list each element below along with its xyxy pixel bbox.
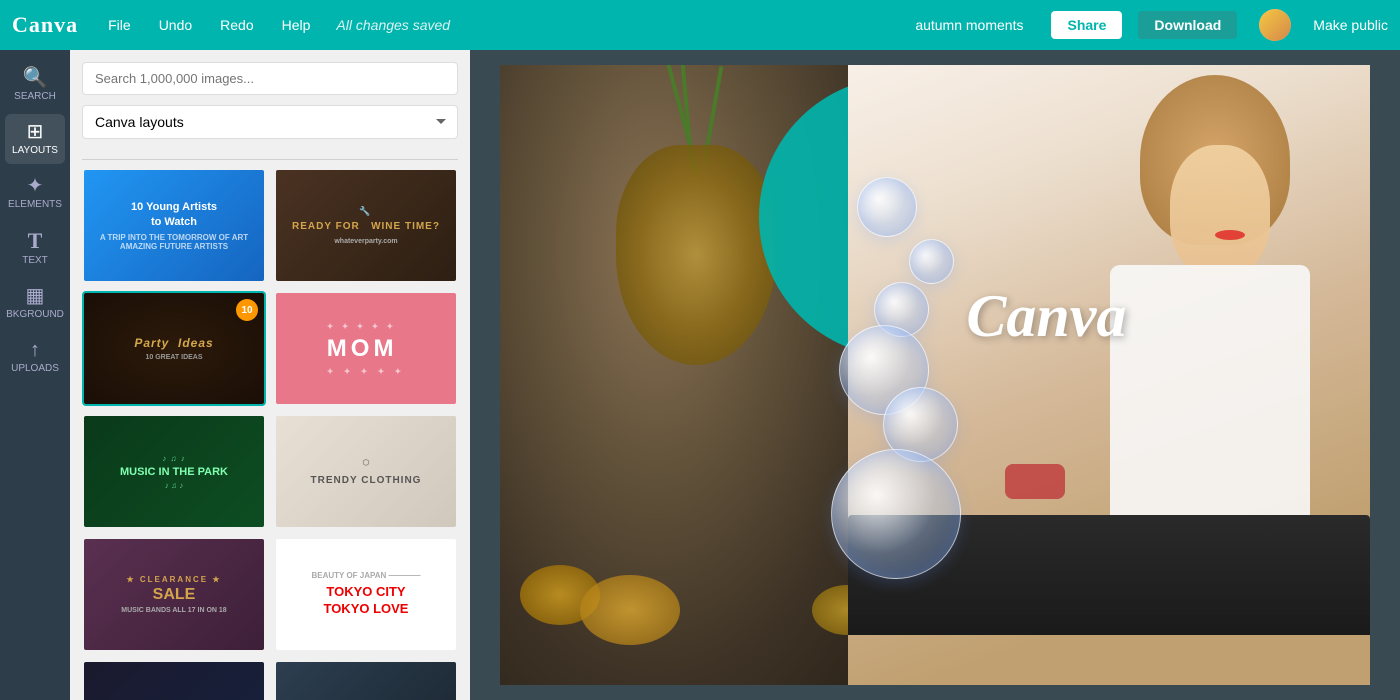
layouts-icon: ⊞: [27, 122, 44, 142]
card-party-sub: 10 GREAT IDEAS: [134, 354, 213, 361]
white-top: [1110, 265, 1310, 515]
divider: [82, 159, 458, 160]
canvas-background: Canva: [500, 65, 1370, 685]
bubble-6: [831, 449, 961, 579]
redo-button[interactable]: Redo: [214, 13, 259, 37]
sidebar-label-uploads: UPLOADS: [11, 363, 59, 374]
layout-card-artists[interactable]: 10 Young Artiststo Watch A TRIP INTO THE…: [82, 168, 266, 283]
canvas-area: Canva: [470, 50, 1400, 700]
canva-logo: Canva: [12, 12, 78, 38]
layout-card-daynight[interactable]: from day to go from DAY TO NIGHT change …: [82, 660, 266, 700]
card-tokyo-top: BEAUTY OF JAPAN ————: [311, 571, 420, 580]
layouts-grid: 10 Young Artiststo Watch A TRIP INTO THE…: [82, 168, 458, 700]
layouts-panel: Canva layouts My layouts Free layouts 10…: [70, 50, 470, 700]
bubble-1: [857, 177, 917, 237]
card-artists-label: 10 Young Artiststo Watch: [100, 200, 248, 229]
card-tokyo-label: TOKYO CITYTOKYO LOVE: [311, 584, 420, 618]
layouts-dropdown[interactable]: Canva layouts My layouts Free layouts: [82, 105, 458, 139]
layout-card-trendy[interactable]: ⬡ TRENDY CLOTHING: [274, 414, 458, 529]
search-icon: 🔍: [23, 68, 48, 88]
share-button[interactable]: Share: [1051, 11, 1122, 39]
card-music-notes: ♪ ♫ ♪: [120, 454, 228, 463]
card-mom-top: ✦ ✦ ✦ ✦ ✦: [327, 322, 405, 331]
elements-icon: ✦: [27, 176, 44, 196]
layout-card-music[interactable]: ♪ ♫ ♪ MUSIC IN THE PARK ♪ ♫ ♪: [82, 414, 266, 529]
layout-card-party[interactable]: Party Ideas 10 GREAT IDEAS 10: [82, 291, 266, 406]
card-wine-top: 🔧: [292, 206, 440, 217]
left-sidebar: 🔍 SEARCH ⊞ LAYOUTS ✦ ELEMENTS T TEXT ▦ B…: [0, 50, 70, 700]
top-navigation: Canva File Undo Redo Help All changes sa…: [0, 0, 1400, 50]
card-party-label: Party Ideas: [134, 336, 213, 350]
sidebar-item-search[interactable]: 🔍 SEARCH: [5, 60, 65, 110]
card-trendy-icon: ⬡: [311, 458, 422, 467]
uploads-icon: ↑: [30, 340, 40, 360]
save-status: All changes saved: [336, 17, 450, 33]
card-trendy-label: TRENDY CLOTHING: [311, 475, 422, 486]
canva-brand-text: Canva: [966, 282, 1126, 351]
card-wine-sub: whateverparty.com: [292, 238, 440, 245]
sidebar-item-text[interactable]: T TEXT: [5, 222, 65, 274]
sidebar-item-elements[interactable]: ✦ ELEMENTS: [5, 168, 65, 218]
pineapple-body: [616, 145, 776, 365]
mouse: [1005, 464, 1065, 499]
card-music-notes2: ♪ ♫ ♪: [120, 481, 228, 490]
card-artists-sub: A TRIP INTO THE TOMORROW OF ARTAMAZING F…: [100, 233, 248, 251]
card-sale-top: ★ CLEARANCE ★: [121, 575, 226, 584]
card-mom-bot: ✦ ✦ ✦ ✦ ✦: [327, 367, 405, 376]
search-input[interactable]: [82, 62, 458, 95]
party-badge: 10: [236, 299, 258, 321]
help-menu[interactable]: Help: [276, 13, 317, 37]
make-public-button[interactable]: Make public: [1313, 17, 1388, 33]
canvas-wrapper[interactable]: Canva: [500, 65, 1370, 685]
layout-card-wine[interactable]: 🔧 READY FOR WINE TIME? whateverparty.com: [274, 168, 458, 283]
sidebar-label-layouts: LAYOUTS: [12, 145, 58, 156]
card-mom-label: MOM: [327, 335, 398, 362]
sidebar-item-uploads[interactable]: ↑ UPLOADS: [5, 332, 65, 382]
text-icon: T: [28, 230, 43, 252]
file-menu[interactable]: File: [102, 13, 137, 37]
card-music-label: MUSIC IN THE PARK: [120, 466, 228, 478]
card-wine-label: READY FOR WINE TIME?: [292, 221, 440, 232]
layout-card-mom[interactable]: ✦ ✦ ✦ ✦ ✦ MOM ✦ ✦ ✦ ✦ ✦: [274, 291, 458, 406]
download-button[interactable]: Download: [1138, 11, 1237, 39]
sidebar-item-layouts[interactable]: ⊞ LAYOUTS: [5, 114, 65, 164]
undo-button[interactable]: Undo: [153, 13, 198, 37]
face: [1170, 145, 1270, 275]
background-icon: ▦: [26, 286, 45, 306]
layout-card-sale[interactable]: ★ CLEARANCE ★ SALE MUSIC BANDS ALL 17 IN…: [82, 537, 266, 652]
sidebar-label-background: BKGROUND: [6, 309, 64, 320]
lips: [1215, 230, 1245, 240]
bubble-2: [909, 239, 954, 284]
card-sale-sub: MUSIC BANDS ALL 17 IN ON 18: [121, 607, 226, 614]
sidebar-item-background[interactable]: ▦ BKGROUND: [5, 278, 65, 328]
project-name[interactable]: autumn moments: [915, 17, 1023, 33]
layout-card-summer[interactable]: SUMMERDEALS: [274, 660, 458, 700]
card-sale-label: SALE: [121, 586, 226, 604]
sidebar-label-elements: ELEMENTS: [8, 199, 62, 210]
sidebar-label-search: SEARCH: [14, 91, 56, 102]
layout-card-tokyo[interactable]: BEAUTY OF JAPAN ———— TOKYO CITYTOKYO LOV…: [274, 537, 458, 652]
gourd-2: [580, 575, 680, 645]
sidebar-label-text: TEXT: [22, 255, 48, 266]
avatar[interactable]: [1259, 9, 1291, 41]
